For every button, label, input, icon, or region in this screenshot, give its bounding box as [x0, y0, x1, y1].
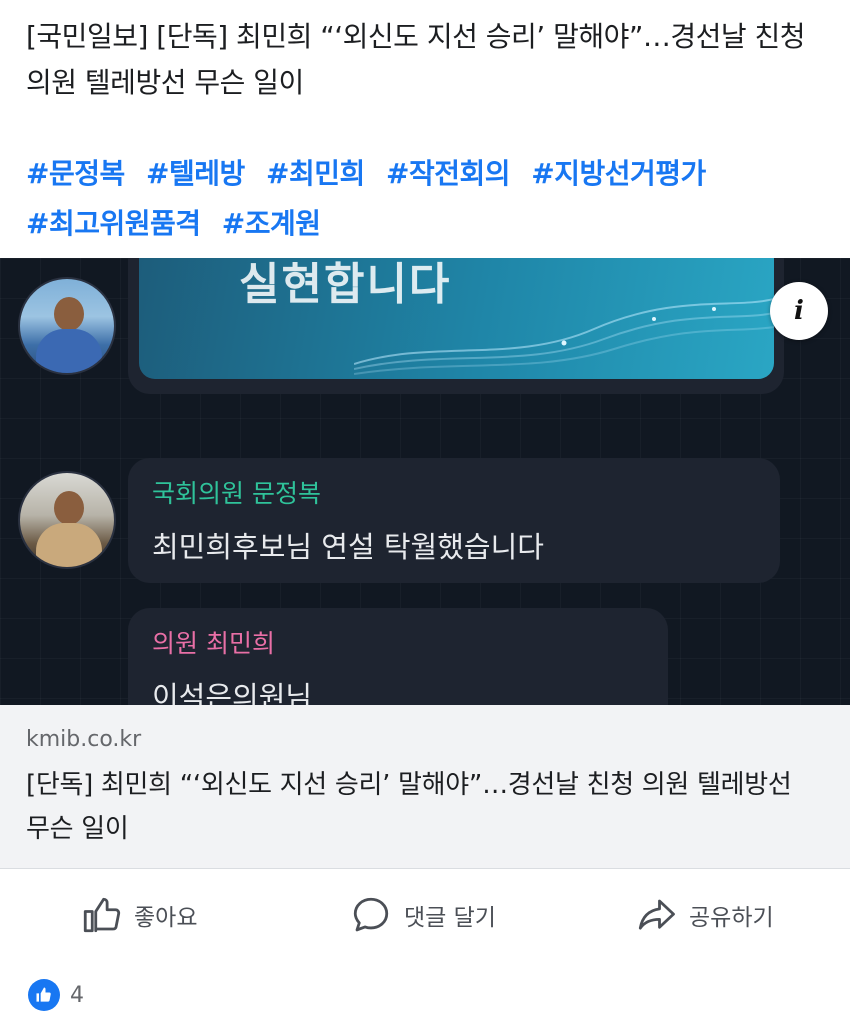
- chat-message: 국회의원 문정복 최민희후보님 연설 탁월했습니다: [128, 458, 780, 583]
- post-text: [국민일보] [단독] 최민희 “‘외신도 지선 승리’ 말해야”…경선날 친청…: [26, 20, 806, 99]
- share-label: 공유하기: [689, 905, 774, 931]
- chat-message: 의원 최민희 이석은의원님: [128, 608, 668, 705]
- hashtag-link[interactable]: #최민희: [266, 157, 365, 190]
- hashtag-link[interactable]: #조계원: [222, 207, 321, 240]
- link-domain: kmib.co.kr: [26, 727, 142, 752]
- chat-sender-name: 국회의원 문정복: [152, 479, 321, 508]
- avatar: [18, 277, 116, 375]
- hashtag-link[interactable]: #문정복: [26, 157, 125, 190]
- hashtag-link[interactable]: #텔레방: [146, 157, 245, 190]
- like-button[interactable]: 좋아요: [80, 892, 197, 938]
- hashtag-link[interactable]: #최고위원품격: [26, 207, 201, 240]
- hashtag-link[interactable]: #지방선거평가: [531, 157, 706, 190]
- share-button[interactable]: 공유하기: [635, 892, 774, 938]
- comment-icon: [353, 897, 389, 932]
- thumbs-up-icon: [83, 897, 121, 933]
- hashtag-link[interactable]: #작전회의: [386, 157, 511, 190]
- share-arrow-icon: [638, 899, 675, 930]
- like-label: 좋아요: [134, 905, 198, 931]
- link-preview-card[interactable]: kmib.co.kr [단독] 최민희 “‘외신도 지선 승리’ 말해야”…경선…: [0, 705, 850, 869]
- chat-banner-image: 실현합니다: [139, 258, 774, 379]
- avatar: [18, 471, 116, 569]
- link-preview-image[interactable]: 실현합니다 국회의원 문정복 최민희후보님 연설 탁월했습니다 의원 최민희 이…: [0, 258, 850, 705]
- link-title: [단독] 최민희 “‘외신도 지선 승리’ 말해야”…경선날 친청 의원 텔레방…: [26, 770, 792, 844]
- comment-button[interactable]: 댓글 달기: [350, 892, 496, 938]
- hashtag-list: #문정복 #텔레방 #최민희 #작전회의 #지방선거평가 #최고위원품격 #조계…: [26, 149, 826, 249]
- reaction-summary[interactable]: 4: [28, 975, 84, 1015]
- banner-wave-graphic: [354, 298, 774, 375]
- chat-message-text: 최민희후보님 연설 탁월했습니다: [152, 530, 544, 564]
- post-action-bar: 좋아요 댓글 달기 공유하기: [0, 870, 850, 962]
- info-icon[interactable]: i: [770, 282, 828, 340]
- chat-message-text: 이석은의원님: [152, 680, 313, 705]
- chat-sender-name: 의원 최민희: [152, 629, 275, 658]
- comment-label: 댓글 달기: [404, 905, 496, 931]
- reaction-count: 4: [70, 982, 84, 1008]
- like-reaction-icon: [28, 979, 60, 1011]
